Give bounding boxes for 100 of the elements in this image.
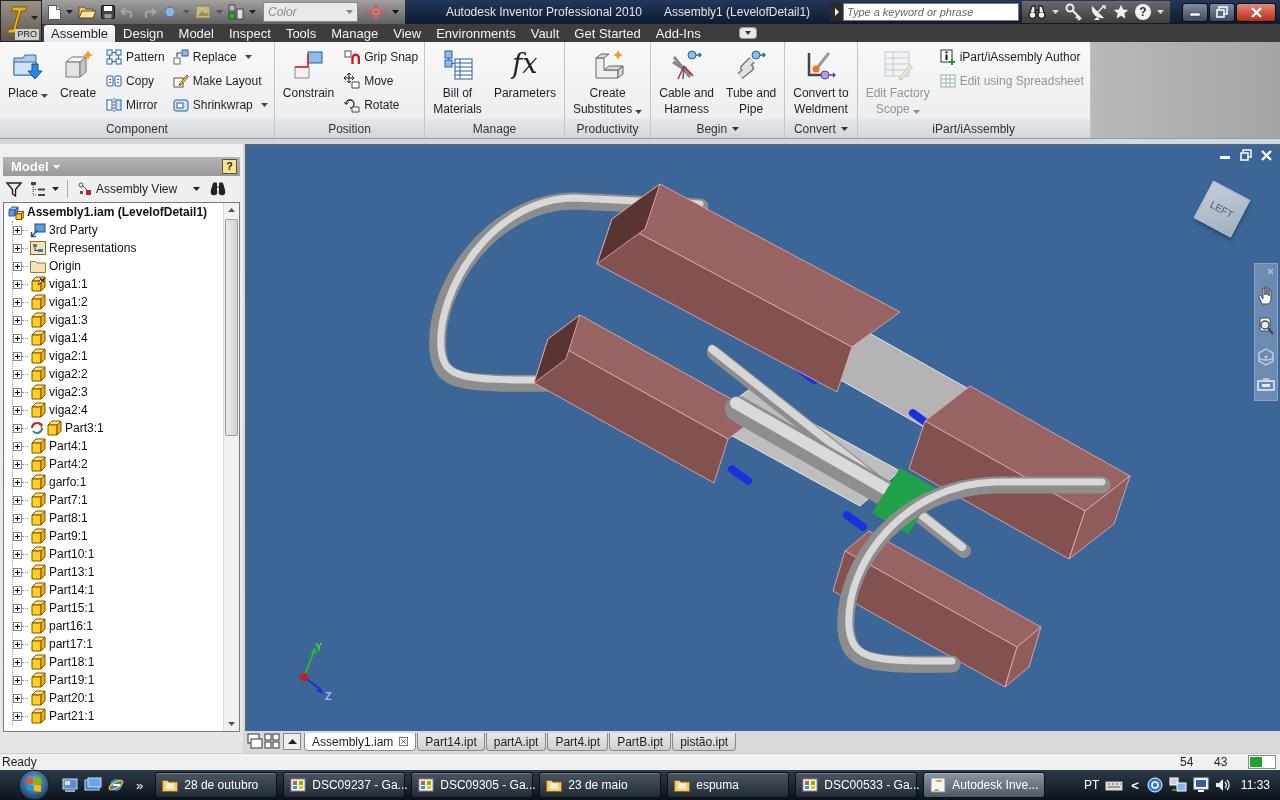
filter-icon[interactable] (6, 181, 22, 197)
close-button[interactable] (1236, 2, 1276, 22)
expand-icon[interactable] (13, 639, 22, 649)
tree-item[interactable]: 3rd Party (49, 223, 98, 237)
document-tab[interactable]: Assembly1.iam (304, 733, 417, 751)
tab-menu-button[interactable] (283, 733, 301, 750)
taskbar-button[interactable]: DSC09237 - Ga... (283, 772, 406, 798)
network-icon[interactable] (1168, 777, 1187, 793)
tree-item[interactable]: Part3:1 (65, 421, 104, 435)
minimize-button[interactable] (1182, 2, 1208, 22)
tree-item[interactable]: Part9:1 (49, 529, 88, 543)
expand-icon[interactable] (13, 711, 22, 721)
tree-item[interactable]: viga1:4 (49, 331, 88, 345)
tree-item[interactable]: Part4:2 (49, 457, 88, 471)
expand-icon[interactable] (13, 243, 22, 253)
zoom-icon[interactable] (1257, 316, 1275, 337)
tree-item[interactable]: viga2:2 (49, 367, 88, 381)
caret-icon[interactable] (1157, 10, 1164, 14)
start-button[interactable] (16, 769, 52, 800)
expand-icon[interactable] (13, 495, 22, 505)
expand-icon[interactable] (13, 225, 22, 235)
expand-icon[interactable] (13, 477, 22, 487)
ribbon-tool-button[interactable]: Constrain (277, 44, 340, 118)
help-icon[interactable]: ? (222, 159, 237, 174)
expand-icon[interactable] (13, 423, 22, 433)
scrollbar[interactable] (223, 203, 239, 731)
components-icon[interactable] (228, 4, 244, 20)
view-cube[interactable]: LEFT (1193, 180, 1251, 238)
expand-icon[interactable] (13, 441, 22, 451)
tree-item[interactable]: viga1:3 (49, 313, 88, 327)
ribbon-tab[interactable]: Tools (278, 25, 324, 42)
tree-item[interactable]: garfo:1 (49, 475, 87, 489)
ribbon-tab[interactable]: Assemble (44, 25, 116, 42)
taskbar-button[interactable]: espuma (667, 772, 790, 798)
application-menu-button[interactable]: PRO (0, 0, 42, 42)
ribbon-tool-button[interactable]: Pattern (103, 46, 168, 68)
ribbon-tool-button[interactable]: iPart/iAssembly Author (936, 46, 1087, 68)
expand-icon[interactable] (13, 531, 22, 541)
tree-item[interactable]: Part14:1 (49, 583, 95, 597)
expand-icon[interactable] (13, 297, 22, 307)
binoculars-icon[interactable] (1028, 4, 1046, 20)
tree-item[interactable]: Part15:1 (49, 601, 95, 615)
tree-item[interactable]: Part8:1 (49, 511, 88, 525)
document-tab[interactable]: partA.ipt (485, 733, 547, 751)
show-desktop-icon[interactable] (62, 777, 78, 793)
tree-item[interactable]: Part19:1 (49, 673, 95, 687)
save-icon[interactable] (101, 5, 115, 19)
view-dropdown[interactable]: Assembly View (76, 182, 203, 196)
expand-icon[interactable] (831, 3, 843, 21)
tree-item[interactable]: viga1:2 (49, 295, 88, 309)
tree-item[interactable]: Origin (49, 259, 81, 273)
taskbar-button[interactable]: 28 de outubro (155, 772, 278, 798)
expand-icon[interactable] (13, 693, 22, 703)
ribbon-tab[interactable]: Environments (429, 25, 523, 42)
expand-icon[interactable] (13, 513, 22, 523)
tree-item[interactable]: part17:1 (49, 637, 94, 651)
expand-icon[interactable] (13, 261, 22, 271)
ribbon-tool-button[interactable]: Copy (103, 70, 168, 92)
ribbon-tool-button[interactable]: Convert to Weldment (788, 44, 854, 118)
tree-item[interactable]: Part18:1 (49, 655, 95, 669)
tree-item[interactable]: Part21:1 (49, 709, 95, 723)
star-icon[interactable] (1113, 4, 1129, 20)
restore-button[interactable] (1209, 2, 1235, 22)
ribbon-tab[interactable]: Add-Ins (648, 25, 708, 42)
tree-item[interactable]: Part4:1 (49, 439, 88, 453)
ribbon-tool-button[interactable]: Grip Snap (341, 46, 422, 68)
document-tab[interactable]: PartB.ipt (609, 733, 672, 751)
tile-windows-icon[interactable] (247, 733, 263, 749)
caret-icon[interactable] (52, 187, 59, 191)
caret-icon[interactable] (1052, 10, 1059, 14)
close-icon[interactable] (399, 737, 409, 746)
tree-item[interactable]: viga2:4 (49, 403, 88, 417)
tree-item[interactable]: Part20:1 (49, 691, 95, 705)
document-tab[interactable]: Part14.ipt (417, 733, 485, 751)
ribbon-tool-button[interactable]: Replace (169, 46, 271, 68)
overflow-button[interactable]: » (130, 777, 150, 793)
ribbon-tool-button[interactable]: Cable and Harness (654, 44, 719, 118)
pan-hand-icon[interactable] (1257, 285, 1275, 306)
taskbar-button[interactable]: DSC09305 - Ga... (411, 772, 534, 798)
ribbon-tool-button[interactable]: fx Parameters (488, 44, 561, 118)
expand-icon[interactable] (13, 603, 22, 613)
new-file-icon[interactable] (48, 4, 61, 20)
document-tab[interactable]: pistão.ipt (672, 733, 737, 751)
tree-item[interactable]: Part13:1 (49, 565, 95, 579)
tree-item[interactable]: part16:1 (49, 619, 94, 633)
tree-item[interactable]: Representations (49, 241, 137, 255)
display-icon[interactable] (1192, 777, 1209, 793)
ribbon-tool-button[interactable]: Mirror (103, 94, 168, 116)
panel-toggle-icon[interactable] (738, 27, 757, 39)
ribbon-tab[interactable]: View (386, 25, 429, 42)
tree-item[interactable]: viga1:1 (49, 277, 88, 291)
expand-icon[interactable] (13, 333, 22, 343)
tree-item[interactable]: viga2:3 (49, 385, 88, 399)
document-tab[interactable]: Part4.ipt (547, 733, 609, 751)
expand-icon[interactable] (13, 585, 22, 595)
look-at-icon[interactable] (1257, 378, 1275, 392)
expand-icon[interactable] (13, 549, 22, 559)
ribbon-tool-button[interactable]: Create Substitutes (567, 44, 648, 118)
tree-icon[interactable] (30, 181, 46, 197)
show-hidden-icons-button[interactable]: < (1129, 777, 1141, 793)
